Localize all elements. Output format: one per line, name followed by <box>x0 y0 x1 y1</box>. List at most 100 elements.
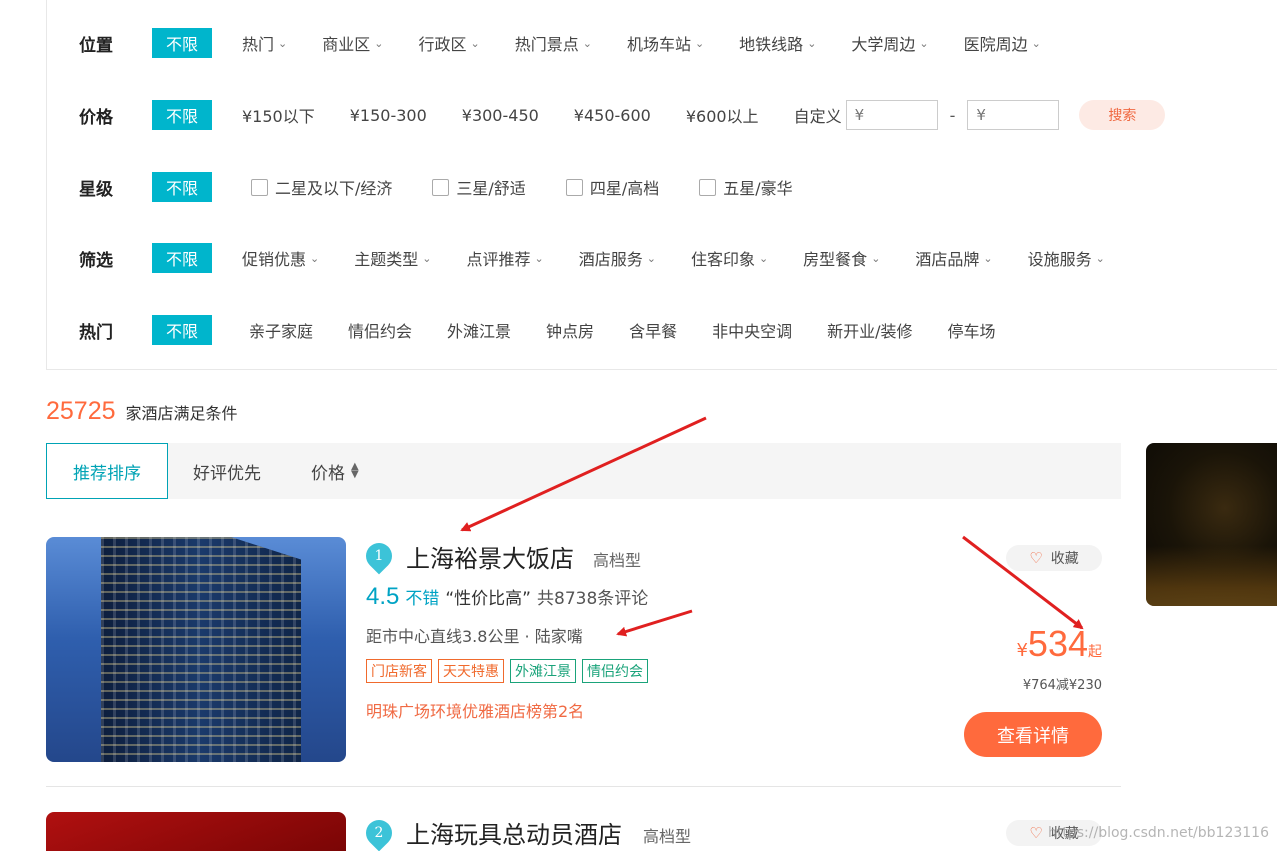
chevron-down-icon: ⌄ <box>470 36 480 50</box>
checkbox[interactable] <box>432 178 450 196</box>
star-checkbox-option[interactable]: 三星/舒适 <box>432 175 526 199</box>
hot-tag-option[interactable]: 非中央空调 <box>712 318 792 342</box>
sort-tab-rating[interactable]: 好评优先 <box>168 443 286 499</box>
hot-tag-option[interactable]: 新开业/装修 <box>827 318 912 342</box>
hotel-photo[interactable] <box>46 812 346 851</box>
filter-option-dropdown[interactable]: 机场车站 ⌄ <box>627 31 704 55</box>
city-night-lights <box>1146 546 1277 606</box>
price-amount: 534 <box>1027 623 1088 664</box>
hot-tag-option[interactable]: 含早餐 <box>629 318 677 342</box>
option-label: 酒店服务 <box>578 250 643 269</box>
option-label: 酒店品牌 <box>915 250 980 269</box>
unlimited-button[interactable]: 不限 <box>152 28 212 58</box>
hotel-tags: 门店新客 天天特惠 外滩江景 情侣约会 <box>366 659 654 683</box>
ranking-note-link[interactable]: 明珠广场环境优雅酒店榜第2名 <box>366 698 584 722</box>
filter-option-dropdown[interactable]: 商业区 ⌄ <box>322 31 383 55</box>
favorite-button[interactable]: ♡ 收藏 <box>1006 545 1102 571</box>
feature-tag: 情侣约会 <box>582 659 648 683</box>
filter-title: 位置 <box>79 35 113 56</box>
filter-options: ¥150以下 ¥150-300 ¥300-450 ¥450-600 ¥600以上… <box>242 100 1166 130</box>
filter-option-dropdown[interactable]: 酒店服务 ⌄ <box>579 246 656 270</box>
rank-badge: 2 <box>360 814 398 851</box>
hotel-price: ¥ 534 起 <box>1016 623 1102 665</box>
promo-tag: 天天特惠 <box>438 659 504 683</box>
checkbox[interactable] <box>699 178 717 196</box>
price-discount: ¥764减¥230 <box>1022 678 1102 693</box>
checkbox[interactable] <box>251 178 268 196</box>
chevron-down-icon: ⌄ <box>1031 36 1041 50</box>
chevron-down-icon: ⌄ <box>646 251 656 265</box>
filter-option-dropdown[interactable]: 地铁线路 ⌄ <box>739 31 816 55</box>
sort-tab-price-label: 价格 <box>311 463 345 484</box>
hot-tag-option[interactable]: 亲子家庭 <box>249 318 313 342</box>
rank-number: 2 <box>374 825 384 841</box>
filter-option-dropdown[interactable]: 大学周边 ⌄ <box>851 31 928 55</box>
price-option[interactable]: ¥150以下 <box>242 103 315 127</box>
hot-tag-option[interactable]: 钟点房 <box>546 318 594 342</box>
heart-icon: ♡ <box>1029 549 1043 567</box>
filter-row-hot: 热门 不限 亲子家庭 情侣约会 外滩江景 钟点房 含早餐 非中央空调 新开业/装… <box>47 310 1277 350</box>
filter-option-dropdown[interactable]: 热门 ⌄ <box>242 31 287 55</box>
filter-panel: 位置 不限 热门 ⌄ 商业区 ⌄ 行政区 ⌄ 热门景点 ⌄ 机场车站 ⌄ 地铁线路 ⌄ 大学… <box>46 0 1277 370</box>
hotel-name[interactable]: 上海玩具总动员酒店 <box>406 815 622 850</box>
view-details-button[interactable]: 查看详情 <box>964 712 1102 757</box>
sort-tab-price[interactable]: 价格 ▲ ▼ <box>286 443 384 499</box>
filter-title: 热门 <box>79 322 113 343</box>
filter-option-dropdown[interactable]: 行政区 ⌄ <box>418 31 479 55</box>
chevron-down-icon: ⌄ <box>1095 251 1105 265</box>
unlimited-button[interactable]: 不限 <box>152 100 212 130</box>
filter-option-dropdown[interactable]: 热门景点 ⌄ <box>515 31 592 55</box>
unlimited-button[interactable]: 不限 <box>152 172 212 202</box>
option-label: 地铁线路 <box>739 35 804 54</box>
filter-option-dropdown[interactable]: 医院周边 ⌄ <box>964 31 1041 55</box>
ad-banner-image[interactable] <box>1146 443 1277 606</box>
hot-tag-option[interactable]: 外滩江景 <box>447 318 511 342</box>
price-option[interactable]: ¥600以上 <box>686 103 759 127</box>
chevron-down-icon: ⌄ <box>919 36 929 50</box>
price-option[interactable]: ¥300-450 <box>462 106 539 125</box>
favorite-label: 收藏 <box>1050 551 1079 567</box>
star-checkbox-option[interactable]: 四星/高档 <box>565 175 660 199</box>
checkbox[interactable] <box>565 178 583 196</box>
option-label: 行政区 <box>418 35 467 54</box>
option-label: 五星/豪华 <box>723 179 793 198</box>
promo-tag: 门店新客 <box>366 659 432 683</box>
hotel-type: 高档型 <box>593 551 642 570</box>
filter-option-dropdown[interactable]: 设施服务 ⌄ <box>1028 246 1105 270</box>
min-price-input[interactable] <box>845 100 938 130</box>
chevron-down-icon: ⌄ <box>694 36 705 50</box>
chevron-down-icon: ⌄ <box>374 36 384 50</box>
star-checkbox-option[interactable]: 二星及以下/经济 <box>251 175 392 199</box>
filter-option-dropdown[interactable]: 促销优惠 ⌄ <box>242 246 319 270</box>
hot-tag-option[interactable]: 停车场 <box>948 318 996 342</box>
review-count-link[interactable]: 共8738条评论 <box>537 584 648 609</box>
hot-tag-option[interactable]: 情侣约会 <box>348 318 412 342</box>
heart-icon: ♡ <box>1029 824 1043 842</box>
max-price-input[interactable] <box>967 100 1060 130</box>
hotel-name[interactable]: 上海裕景大饭店 <box>406 539 574 574</box>
price-search-button[interactable]: 搜索 <box>1079 100 1166 130</box>
option-label: 四星/高档 <box>589 179 660 198</box>
filter-option-dropdown[interactable]: 酒店品牌 ⌄ <box>915 246 992 270</box>
hotel-card[interactable]: 1 上海裕景大饭店 高档型 4.5 不错 “性价比高” 共8738条评论 距市中… <box>46 537 1121 787</box>
chevron-down-icon: ⌄ <box>871 251 881 265</box>
filter-option-dropdown[interactable]: 住客印象 ⌄ <box>691 246 768 270</box>
option-label: 热门景点 <box>514 35 579 54</box>
hotel-photo[interactable] <box>46 537 346 762</box>
hotel-type: 高档型 <box>643 827 692 846</box>
price-option[interactable]: ¥450-600 <box>574 106 651 125</box>
filter-option-dropdown[interactable]: 主题类型 ⌄ <box>354 246 431 270</box>
option-label: 商业区 <box>322 35 371 54</box>
star-checkbox-option[interactable]: 五星/豪华 <box>699 175 793 199</box>
hotel-card[interactable]: 2 上海玩具总动员酒店 高档型 ♡ 收藏 <box>46 812 1121 851</box>
unlimited-button[interactable]: 不限 <box>152 243 212 273</box>
price-option[interactable]: ¥150-300 <box>350 106 427 125</box>
sort-tab-recommended[interactable]: 推荐排序 <box>46 443 168 499</box>
option-label: 房型餐食 <box>803 250 868 269</box>
filter-option-dropdown[interactable]: 房型餐食 ⌄ <box>803 246 880 270</box>
filter-row-price: 价格 不限 ¥150以下 ¥150-300 ¥300-450 ¥450-600 … <box>47 95 1277 135</box>
filter-option-dropdown[interactable]: 点评推荐 ⌄ <box>466 246 543 270</box>
feature-tag: 外滩江景 <box>510 659 576 683</box>
custom-price-label: 自定义 <box>793 107 842 126</box>
unlimited-button[interactable]: 不限 <box>152 315 212 345</box>
